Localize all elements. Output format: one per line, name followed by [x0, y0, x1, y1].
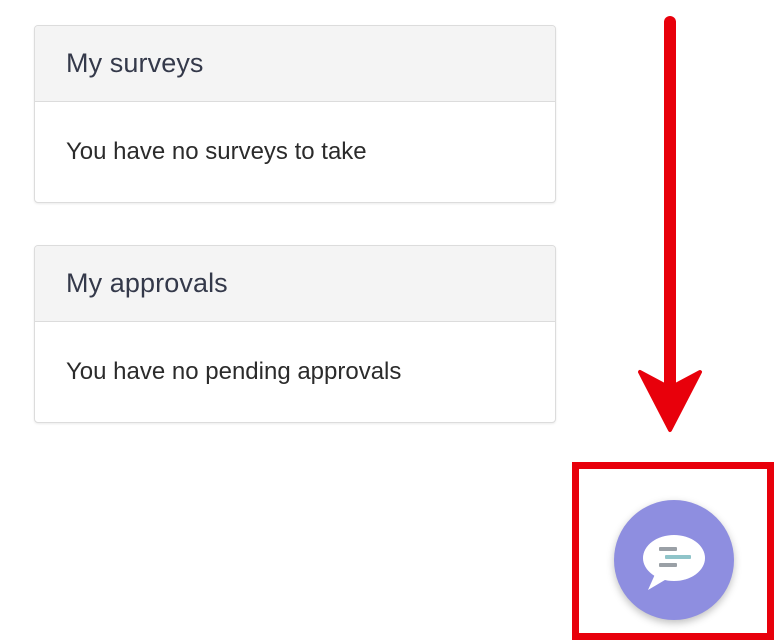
my-surveys-body: You have no surveys to take — [35, 102, 555, 202]
chat-line-2 — [665, 555, 691, 559]
chat-line-1 — [659, 547, 677, 551]
chat-widget-button[interactable] — [614, 500, 734, 620]
my-surveys-title: My surveys — [66, 48, 204, 78]
chat-line-3 — [659, 563, 677, 567]
my-approvals-body: You have no pending approvals — [35, 322, 555, 422]
arrow-down-icon — [638, 16, 702, 432]
my-approvals-title: My approvals — [66, 268, 228, 298]
my-surveys-header: My surveys — [35, 26, 555, 102]
my-surveys-empty-text: You have no surveys to take — [66, 138, 367, 165]
chat-bubble-icon — [643, 535, 705, 590]
my-approvals-empty-text: You have no pending approvals — [66, 358, 402, 385]
my-approvals-panel: My approvals You have no pending approva… — [34, 245, 556, 423]
my-approvals-header: My approvals — [35, 246, 555, 322]
my-surveys-panel: My surveys You have no surveys to take — [34, 25, 556, 203]
